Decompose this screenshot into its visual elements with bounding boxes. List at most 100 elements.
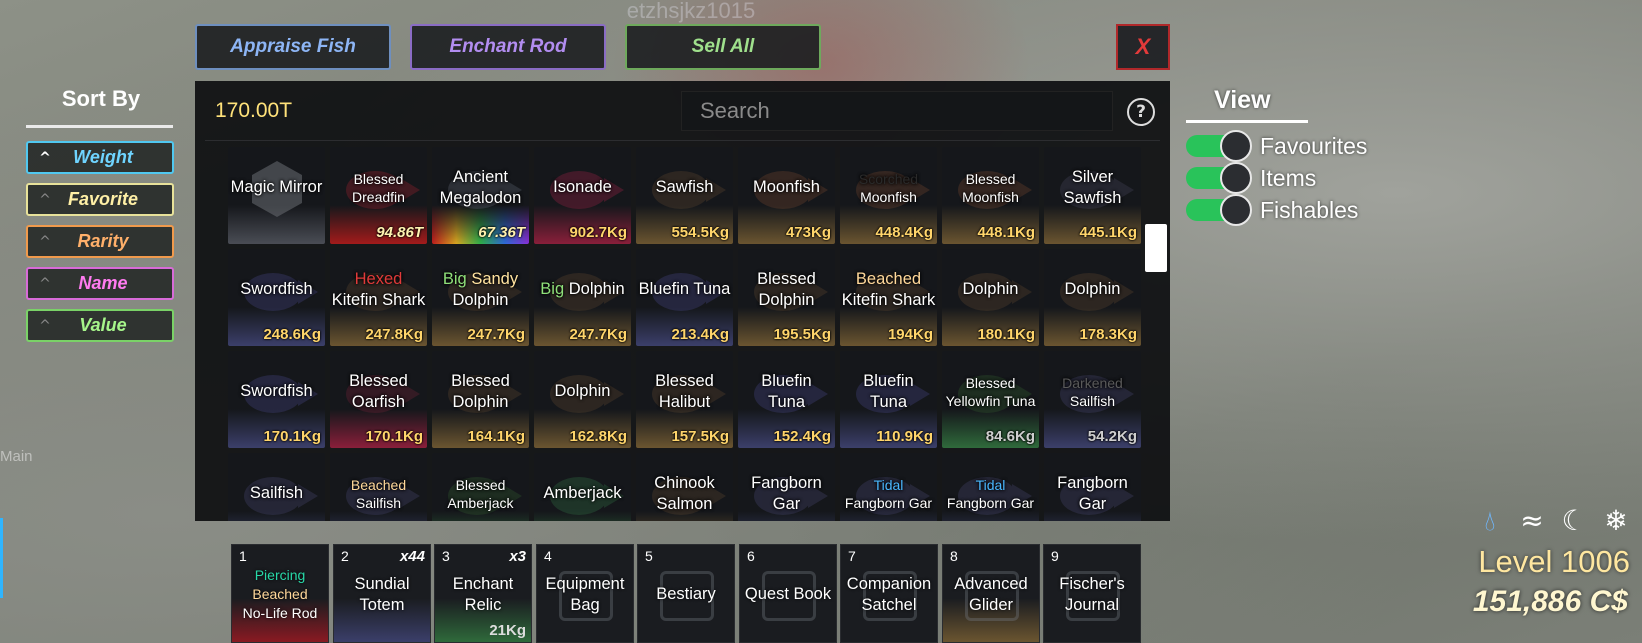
inventory-item[interactable]: Big Sandy Dolphin 247.7Kg (432, 249, 529, 346)
item-name: Scorched Moonfish (840, 147, 937, 228)
help-icon[interactable]: ? (1127, 98, 1155, 126)
inventory-item[interactable]: Dolphin 178.3Kg (1044, 249, 1141, 346)
item-weight: 445.1Kg (1079, 224, 1137, 241)
sort-weight-button[interactable]: ^ Weight (26, 141, 174, 174)
item-weight: 448.1Kg (977, 224, 1035, 241)
hotbar-slot-3[interactable]: 3 x3 Enchant Relic 21Kg (434, 544, 532, 643)
inventory-item[interactable]: Blessed Oarfish 170.1Kg (330, 351, 427, 448)
inventory-item[interactable]: Blessed Dolphin 164.1Kg (432, 351, 529, 448)
inventory-item[interactable]: Blessed Halibut 157.5Kg (636, 351, 733, 448)
inventory-item[interactable]: Big Dolphin 247.7Kg (534, 249, 631, 346)
item-mutation: Darkened (1062, 374, 1123, 391)
toggle-knob (1220, 194, 1252, 226)
inventory-value: 170.00T (215, 99, 293, 122)
enchant-rod-button[interactable]: Enchant Rod (410, 24, 606, 70)
inventory-item[interactable]: Moonfish 473Kg (738, 147, 835, 244)
item-weight: 554.5Kg (671, 224, 729, 241)
toggle-fishables[interactable]: Fishables (1186, 194, 1359, 226)
item-weight: 157.5Kg (671, 428, 729, 445)
toggle-items[interactable]: Items (1186, 162, 1316, 194)
inventory-item[interactable]: Chinook Salmon (636, 453, 733, 521)
item-weight: 247.8Kg (365, 326, 423, 343)
inventory-item[interactable]: Beached Sailfish (330, 453, 427, 521)
hotbar-slot-7[interactable]: 7 Companion Satchel (840, 544, 938, 643)
inventory-item[interactable]: Fangborn Gar (1044, 453, 1141, 521)
hotbar-slot-9[interactable]: 9 Fischer's Journal (1043, 544, 1141, 643)
item-name: Sawfish (636, 147, 733, 228)
hotbar-item-name: Quest Book (740, 557, 836, 632)
item-species: Tuna (768, 392, 805, 411)
item-mutation: Big Sandy (443, 269, 518, 290)
inventory-item[interactable]: Sawfish 554.5Kg (636, 147, 733, 244)
item-name: Dolphin (534, 351, 631, 432)
hotbar-slot-8[interactable]: 8 Advanced Glider (942, 544, 1040, 643)
inventory-item[interactable]: Amberjack (534, 453, 631, 521)
toggle-switch[interactable] (1186, 194, 1252, 226)
item-species: Swordfish (240, 280, 313, 298)
inventory-item[interactable]: Magic Mirror (228, 147, 325, 244)
inventory-item[interactable]: Ancient Megalodon 67.36T (432, 147, 529, 244)
hotbar-slot-1[interactable]: 1 Piercing Beached No-Life Rod (231, 544, 329, 643)
item-mutation: Blessed (349, 371, 408, 390)
close-button[interactable]: X (1116, 24, 1170, 70)
inventory-item[interactable]: Tidal Fangborn Gar (840, 453, 937, 521)
inventory-item[interactable]: Bluefin Tuna 213.4Kg (636, 249, 733, 346)
item-species: Halibut (658, 392, 711, 411)
hotbar-slot-2[interactable]: 2 x44 Sundial Totem (333, 544, 431, 643)
item-species: Gar (1078, 494, 1107, 513)
inventory-item[interactable]: Blessed Dolphin 195.5Kg (738, 249, 835, 346)
item-name: Bluefin Tuna (636, 249, 733, 330)
item-species-name: Dolphin (568, 280, 625, 298)
toggle-favourites[interactable]: Favourites (1186, 130, 1367, 162)
inventory-item[interactable]: Bluefin Tuna 152.4Kg (738, 351, 835, 448)
inventory-item[interactable]: Bluefin Tuna 110.9Kg (840, 351, 937, 448)
sort-favorite-button[interactable]: ^ Favorite (26, 183, 174, 216)
toggle-switch[interactable] (1186, 162, 1252, 194)
inventory-item[interactable]: Dolphin 180.1Kg (942, 249, 1039, 346)
hotbar-slot-6[interactable]: 6 Quest Book (739, 544, 837, 643)
item-species: Megalodon (439, 188, 522, 207)
inventory-item[interactable]: Dolphin 162.8Kg (534, 351, 631, 448)
panel-divider (205, 140, 1160, 141)
item-name: Blessed Dolphin (738, 249, 835, 330)
item-species: Sailfish (249, 484, 304, 502)
inventory-item[interactable]: Darkened Sailfish 54.2Kg (1044, 351, 1141, 448)
appraise-fish-button[interactable]: Appraise Fish (195, 24, 391, 70)
inventory-item[interactable]: Scorched Moonfish 448.4Kg (840, 147, 937, 244)
item-name: Ancient Megalodon (432, 147, 529, 228)
item-name: Blessed Dolphin (432, 351, 529, 432)
inventory-item[interactable]: Swordfish 248.6Kg (228, 249, 325, 346)
item-name: Hexed Kitefin Shark (330, 249, 427, 330)
toggle-label: Fishables (1260, 196, 1359, 223)
inventory-item[interactable]: Hexed Kitefin Shark 247.8Kg (330, 249, 427, 346)
hotbar-slot-5[interactable]: 5 Bestiary (637, 544, 735, 643)
inventory-item[interactable]: Swordfish 170.1Kg (228, 351, 325, 448)
inventory-item[interactable]: Blessed Yellowfin Tuna 84.6Kg (942, 351, 1039, 448)
item-name: Tidal Fangborn Gar (942, 453, 1039, 521)
item-name: Fangborn Gar (1044, 453, 1141, 521)
sort-rarity-button[interactable]: ^ Rarity (26, 225, 174, 258)
inventory-item[interactable]: Sailfish (228, 453, 325, 521)
inventory-item[interactable]: Silver Sawfish 445.1Kg (1044, 147, 1141, 244)
item-weight: 448.4Kg (875, 224, 933, 241)
inventory-grid: Magic Mirror Blessed Dreadfin 94.86T Ancient… (228, 147, 1146, 521)
inventory-item[interactable]: Isonade 902.7Kg (534, 147, 631, 244)
search-input[interactable] (681, 91, 1113, 131)
item-species: Swordfish (240, 382, 313, 400)
sort-value-button[interactable]: ^ Value (26, 309, 174, 342)
inventory-item[interactable]: Blessed Moonfish 448.1Kg (942, 147, 1039, 244)
item-weight: 94.86T (376, 224, 423, 241)
inventory-item[interactable]: Beached Kitefin Shark 194Kg (840, 249, 937, 346)
sort-name-button[interactable]: ^ Name (26, 267, 174, 300)
player-username: etzhsjkz1015 (626, 0, 756, 23)
item-name: Beached Kitefin Shark (840, 249, 937, 330)
item-name: Bluefin Tuna (738, 351, 835, 432)
inventory-scrollbar[interactable] (1145, 224, 1167, 272)
inventory-item[interactable]: Fangborn Gar (738, 453, 835, 521)
toggle-switch[interactable] (1186, 130, 1252, 162)
inventory-item[interactable]: Blessed Dreadfin 94.86T (330, 147, 427, 244)
hotbar-slot-4[interactable]: 4 Equipment Bag (536, 544, 634, 643)
sell-all-button[interactable]: Sell All (625, 24, 821, 70)
inventory-item[interactable]: Tidal Fangborn Gar (942, 453, 1039, 521)
inventory-item[interactable]: Blessed Amberjack (432, 453, 529, 521)
